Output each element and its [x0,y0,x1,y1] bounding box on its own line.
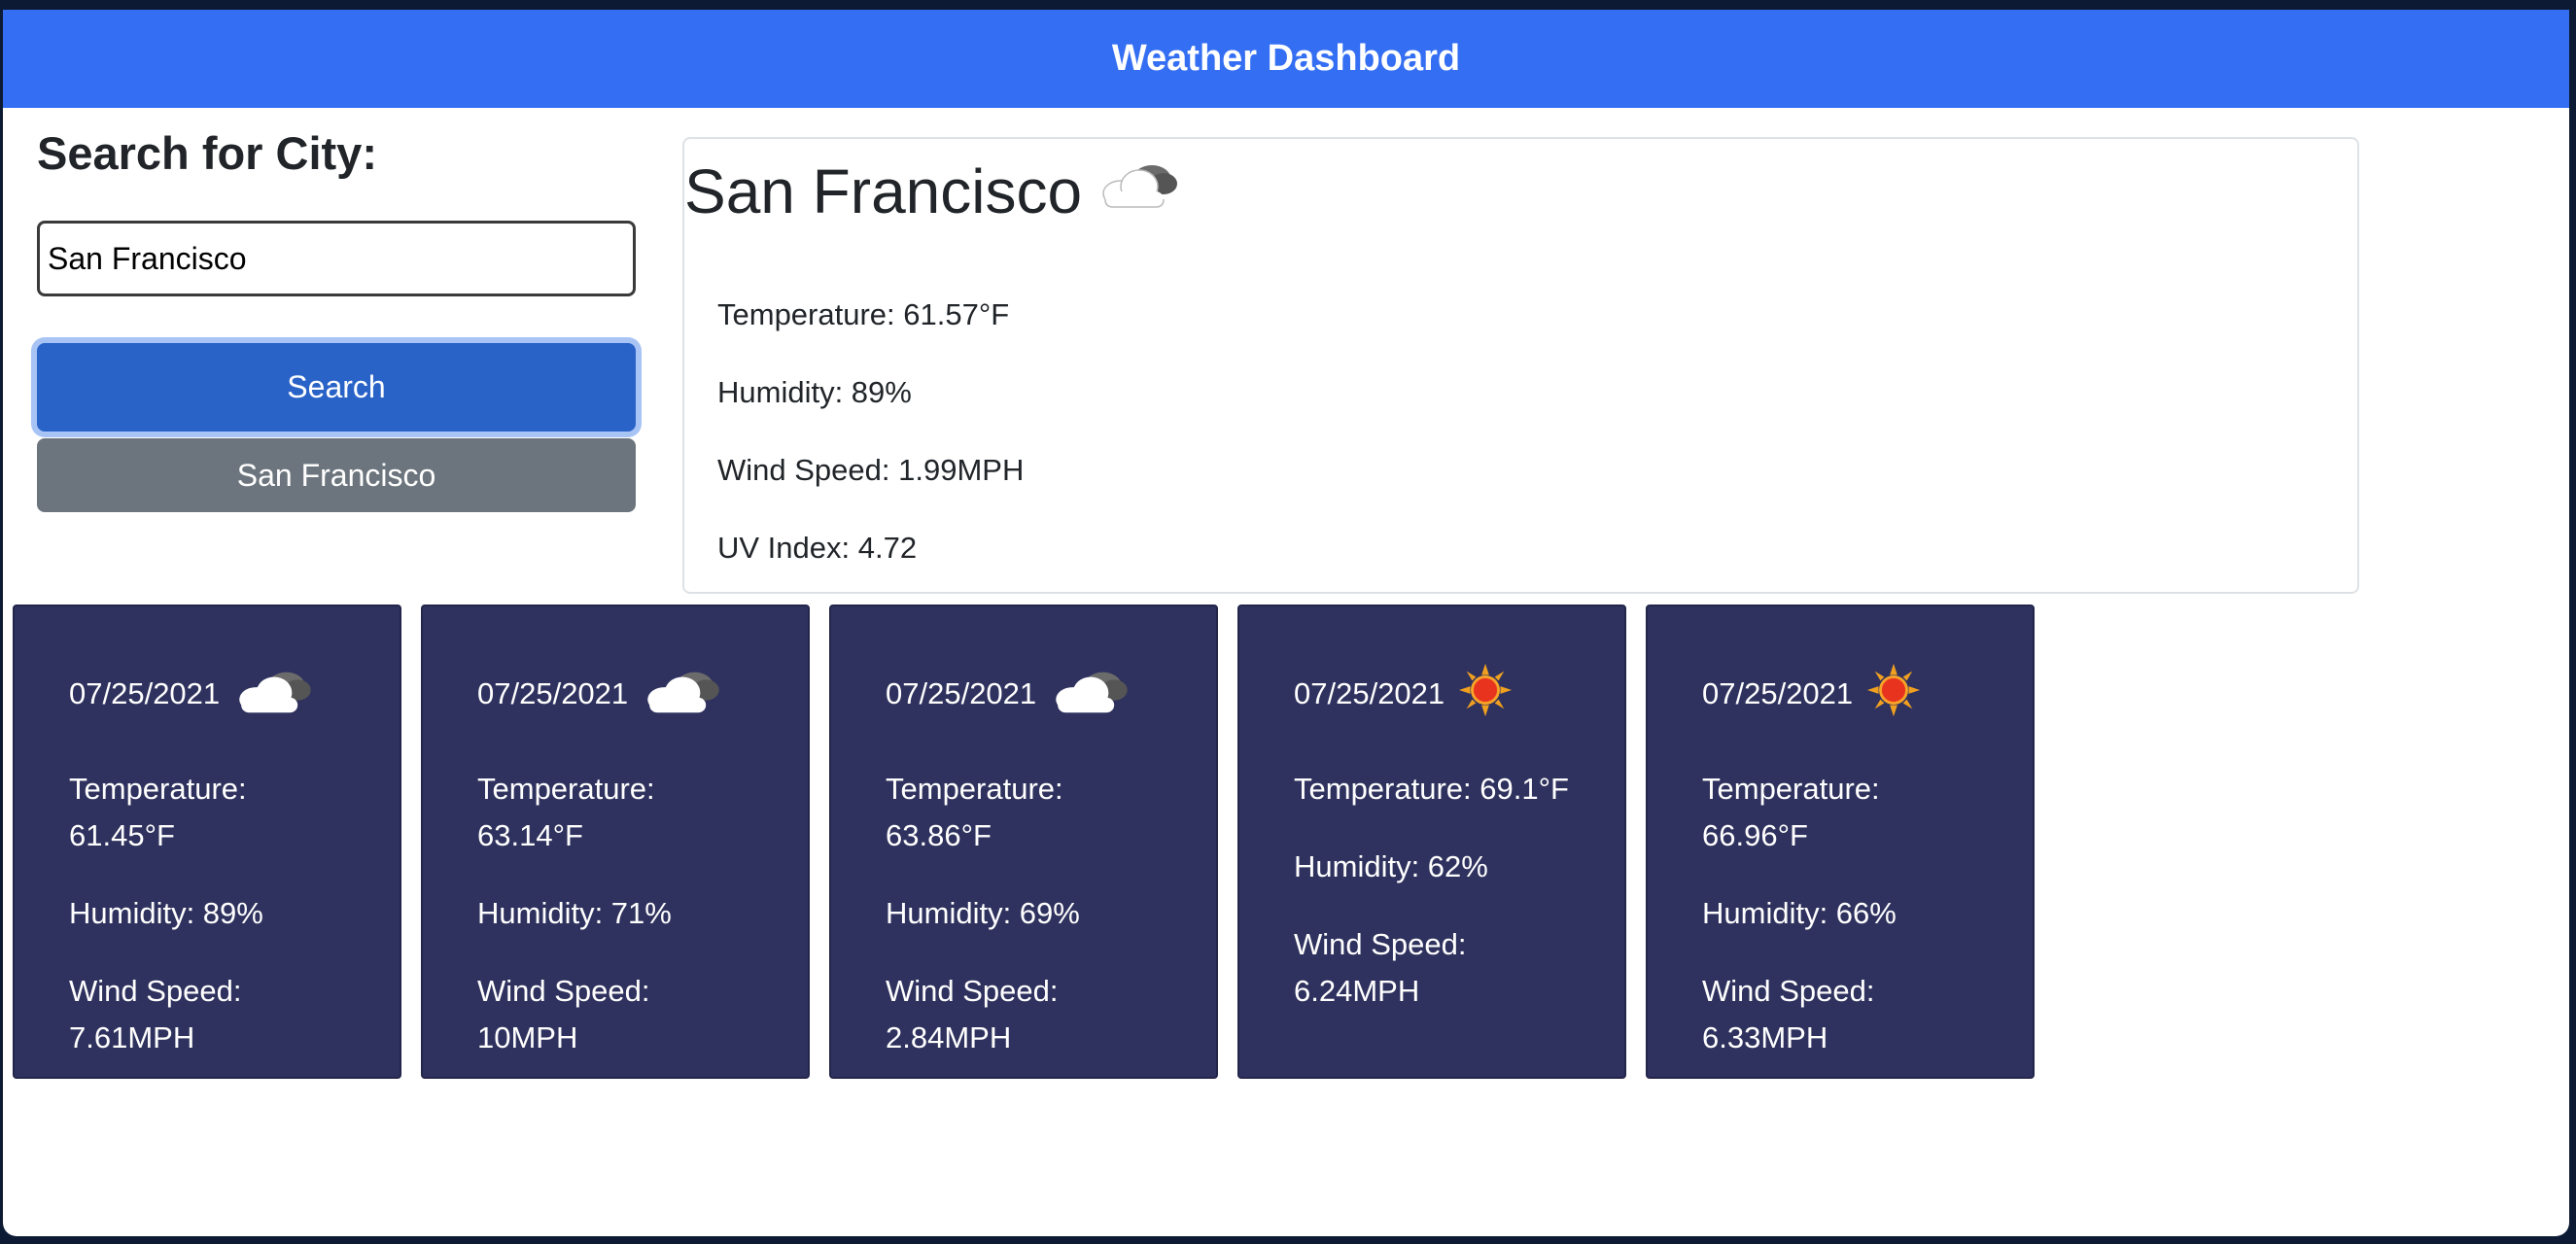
forecast-temperature-label: Temperature: [886,772,1063,806]
forecast-date: 07/25/2021 [69,676,221,710]
forecast-temperature-label: Temperature: [1702,772,1880,806]
current-city-title: San Francisco [684,155,1183,227]
forecast-wind-speed: 7.61MPH [69,1020,195,1054]
current-humidity: Humidity: 89% [717,375,912,409]
forecast-date-row: 07/25/2021 [886,660,1133,728]
cloudy-icon [1048,662,1133,726]
forecast-date: 07/25/2021 [1702,676,1854,710]
forecast-date: 07/25/2021 [477,676,629,710]
current-weather-card: San Francisco Temperature: 61.57°F Humid… [682,137,2359,594]
forecast-wind-label: Wind Speed: [477,974,650,1008]
forecast-date-row: 07/25/2021 [69,660,317,728]
forecast-card: 07/25/2021 [1646,605,2035,1079]
forecast-temperature: 63.86°F [886,818,992,852]
forecast-humidity: Humidity: 71% [477,896,672,930]
forecast-date: 07/25/2021 [886,676,1037,710]
city-search-input[interactable] [37,221,636,296]
forecast-wind-label: Wind Speed: [1702,974,1875,1008]
history-button-san-francisco[interactable]: San Francisco [37,438,636,512]
forecast-date: 07/25/2021 [1294,676,1445,710]
current-wind-speed: Wind Speed: 1.99MPH [717,453,1025,487]
forecast-date-row: 07/25/2021 [1702,660,1923,728]
page: Weather Dashboard Search for City: Searc… [3,10,2569,1236]
forecast-card: 07/25/2021 [1237,605,1626,1079]
forecast-date-row: 07/25/2021 [477,660,725,728]
forecast-date-row: 07/25/2021 [1294,660,1514,728]
forecast-humidity: Humidity: 66% [1702,896,1897,930]
forecast-wind-label: Wind Speed: [886,974,1059,1008]
forecast-temperature: 61.45°F [69,818,175,852]
forecast-temperature: 66.96°F [1702,818,1808,852]
header-bar: Weather Dashboard [3,10,2569,108]
cloudy-icon [1096,155,1183,227]
forecast-card: 07/25/2021 Temperature: 63.14°F Humidity… [421,605,810,1079]
cloudy-icon [231,662,317,726]
forecast-card: 07/25/2021 Temperature: 63.86°F Humidity… [829,605,1218,1079]
forecast-temperature-label: Temperature: [477,772,655,806]
forecast-temperature: 63.14°F [477,818,583,852]
forecast-wind-label: Wind Speed: [69,974,242,1008]
forecast-card: 07/25/2021 Temperature: 61.45°F Humidity… [13,605,401,1079]
forecast-wind-speed: 2.84MPH [886,1020,1012,1054]
forecast-wind-speed: 10MPH [477,1020,578,1054]
forecast-temperature: Temperature: 69.1°F [1294,772,1569,806]
cloudy-icon [640,662,725,726]
forecast-humidity: Humidity: 69% [886,896,1080,930]
current-city-name: San Francisco [684,156,1083,226]
search-button[interactable]: Search [37,343,636,432]
forecast-wind-label: Wind Speed: [1294,927,1467,961]
page-title: Weather Dashboard [1111,38,1461,79]
sun-icon [1456,662,1514,726]
forecast-humidity: Humidity: 89% [69,896,263,930]
sun-icon [1864,662,1923,726]
current-uv-index: UV Index: 4.72 [717,531,918,565]
forecast-humidity: Humidity: 62% [1294,849,1488,883]
forecast-wind-speed: 6.33MPH [1702,1020,1828,1054]
forecast-temperature-label: Temperature: [69,772,247,806]
search-heading: Search for City: [37,127,377,179]
forecast-wind-speed: 6.24MPH [1294,974,1420,1008]
current-temperature: Temperature: 61.57°F [717,297,1010,331]
